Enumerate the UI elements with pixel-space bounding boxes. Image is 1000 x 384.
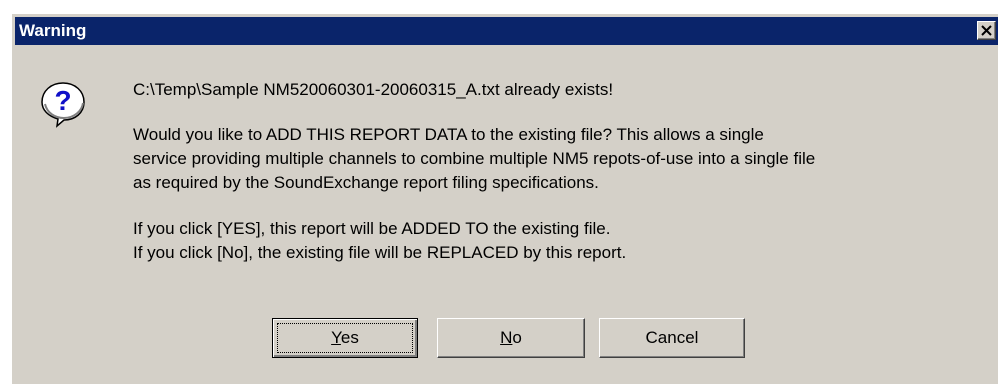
message-question-line-3: as required by the SoundExchange report … <box>133 173 599 192</box>
close-button[interactable] <box>977 21 996 40</box>
svg-text:?: ? <box>54 85 71 116</box>
message-yes-explanation: If you click [YES], this report will be … <box>133 219 611 238</box>
message-path-line: C:\Temp\Sample NM520060301-20060315_A.tx… <box>133 80 614 99</box>
question-icon: ? <box>41 82 85 128</box>
message-no-explanation: If you click [No], the existing file wil… <box>133 243 627 262</box>
title-bar[interactable]: Warning <box>15 17 998 45</box>
window-title: Warning <box>19 21 87 40</box>
cancel-button-label: Cancel <box>645 328 699 347</box>
no-button-label: No <box>500 328 522 347</box>
cancel-button[interactable]: Cancel <box>599 318 745 358</box>
message-question-line-1: Would you like to ADD THIS REPORT DATA t… <box>133 125 764 144</box>
yes-button-label: Yes <box>331 328 359 347</box>
message-question-line-2: service providing multiple channels to c… <box>133 149 816 168</box>
yes-button[interactable]: Yes <box>272 318 418 358</box>
close-icon <box>981 25 992 36</box>
warning-dialog: Warning ? C:\Temp\Sample NM520060301-200… <box>12 14 998 384</box>
no-button[interactable]: No <box>437 318 585 358</box>
